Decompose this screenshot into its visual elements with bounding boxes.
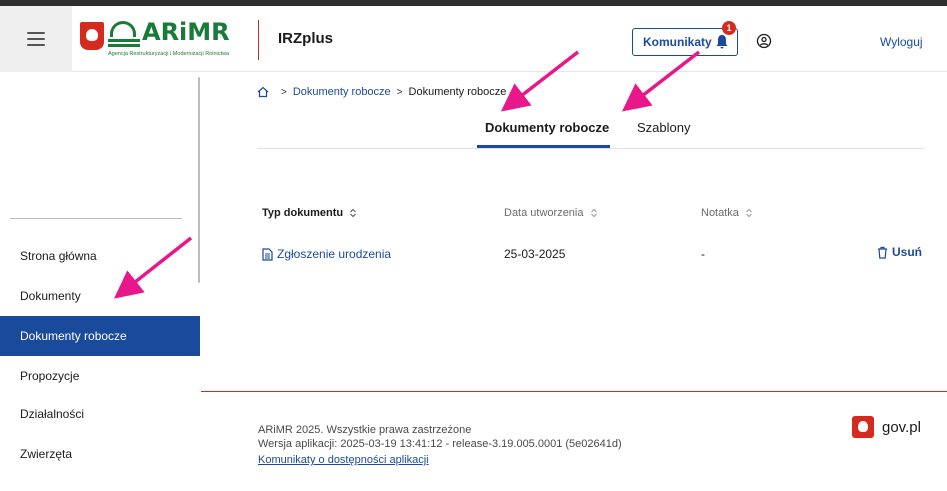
hamburger-icon bbox=[27, 28, 45, 50]
delete-button[interactable]: Usuń bbox=[877, 245, 922, 259]
column-header-type[interactable]: Typ dokumentu bbox=[262, 207, 357, 219]
column-header-note[interactable]: Notatka bbox=[701, 207, 753, 219]
column-header-label: Data utworzenia bbox=[504, 207, 584, 219]
document-type-link[interactable]: Zgłoszenie urodzenia bbox=[262, 247, 391, 261]
active-tab-indicator bbox=[477, 145, 610, 148]
sidebar-divider bbox=[10, 218, 182, 219]
notifications-button[interactable]: Komunikaty 1 bbox=[632, 21, 738, 56]
breadcrumb-current: Dokumenty robocze bbox=[408, 86, 507, 98]
logout-link[interactable]: Wyloguj bbox=[880, 35, 923, 49]
breadcrumb-separator: > bbox=[396, 86, 403, 98]
column-header-label: Typ dokumentu bbox=[262, 207, 344, 219]
column-header-date[interactable]: Data utworzenia bbox=[504, 207, 598, 219]
tab-bar: Dokumenty robocze Szablony bbox=[257, 107, 924, 149]
delete-label: Usuń bbox=[892, 245, 922, 259]
arimr-logo[interactable]: ARiMR Agencja Restrukturyzacji i Moderni… bbox=[80, 18, 240, 62]
sidebar-item-label: Zwierzęta bbox=[20, 447, 73, 461]
govpl-label: gov.pl bbox=[882, 418, 921, 436]
sidebar-item-documents[interactable]: Dokumenty bbox=[0, 276, 200, 316]
sidebar-item-home[interactable]: Strona główna bbox=[0, 236, 200, 276]
polish-emblem-icon bbox=[80, 22, 104, 50]
sort-icon bbox=[350, 208, 356, 218]
sidebar-item-draft-documents[interactable]: Dokumenty robocze bbox=[0, 316, 200, 356]
notifications-label: Komunikaty bbox=[643, 35, 712, 49]
logo-bar bbox=[108, 39, 140, 42]
document-note: - bbox=[701, 247, 705, 261]
sidebar-item-label: Propozycje bbox=[20, 369, 80, 383]
footer: ARiMR 2025. Wszystkie prawa zastrzeżone … bbox=[201, 391, 947, 491]
sidebar-item-proposals[interactable]: Propozycje bbox=[0, 356, 200, 396]
app-header: ARiMR Agencja Restrukturyzacji i Moderni… bbox=[0, 6, 947, 72]
tab-draft-documents[interactable]: Dokumenty robocze bbox=[485, 120, 609, 135]
bell-icon bbox=[716, 35, 728, 49]
document-date: 25-03-2025 bbox=[504, 247, 566, 261]
tab-templates[interactable]: Szablony bbox=[637, 120, 690, 135]
sort-icon bbox=[590, 208, 597, 218]
user-account-icon[interactable] bbox=[756, 33, 772, 49]
document-icon bbox=[262, 247, 273, 261]
sidebar-item-activities[interactable]: Działalności bbox=[0, 394, 200, 434]
column-header-label: Notatka bbox=[701, 207, 739, 219]
footer-version: Wersja aplikacji: 2025-03-19 13:41:12 - … bbox=[258, 438, 622, 450]
polish-emblem-icon bbox=[852, 416, 874, 438]
main-content: > Dokumenty robocze > Dokumenty robocze … bbox=[201, 73, 947, 391]
breadcrumb: > Dokumenty robocze > Dokumenty robocze bbox=[257, 86, 506, 98]
trash-icon bbox=[878, 246, 887, 259]
footer-copyright: ARiMR 2025. Wszystkie prawa zastrzeżone bbox=[258, 424, 472, 436]
logo-arc-icon bbox=[110, 21, 136, 37]
menu-toggle-button[interactable] bbox=[0, 6, 72, 72]
sidebar-item-label: Dokumenty robocze bbox=[20, 329, 127, 343]
logo-wordmark: ARiMR bbox=[142, 18, 230, 46]
document-type-label: Zgłoszenie urodzenia bbox=[277, 247, 392, 261]
sidebar-item-animals[interactable]: Zwierzęta bbox=[0, 434, 200, 474]
sidebar-item-label: Działalności bbox=[20, 407, 85, 421]
logo-bar bbox=[108, 44, 140, 47]
sidebar-item-label: Strona główna bbox=[20, 249, 97, 263]
sort-icon bbox=[746, 208, 752, 218]
govpl-logo[interactable]: gov.pl bbox=[852, 416, 921, 438]
notifications-badge: 1 bbox=[722, 21, 736, 35]
logo-subtitle: Agencja Restrukturyzacji i Modernizacji … bbox=[108, 51, 230, 57]
breadcrumb-link[interactable]: Dokumenty robocze bbox=[293, 86, 391, 98]
table-row: Zgłoszenie urodzenia 25-03-2025 - Usuń bbox=[201, 243, 947, 267]
header-divider bbox=[258, 20, 259, 60]
home-icon[interactable] bbox=[257, 86, 269, 98]
sidebar-item-label: Dokumenty bbox=[20, 289, 81, 303]
breadcrumb-separator: > bbox=[281, 86, 287, 98]
sidebar: Strona główna Dokumenty Dokumenty robocz… bbox=[0, 73, 201, 491]
accessibility-link[interactable]: Komunikaty o dostępności aplikacji bbox=[258, 454, 429, 466]
app-name: IRZplus bbox=[278, 30, 333, 47]
